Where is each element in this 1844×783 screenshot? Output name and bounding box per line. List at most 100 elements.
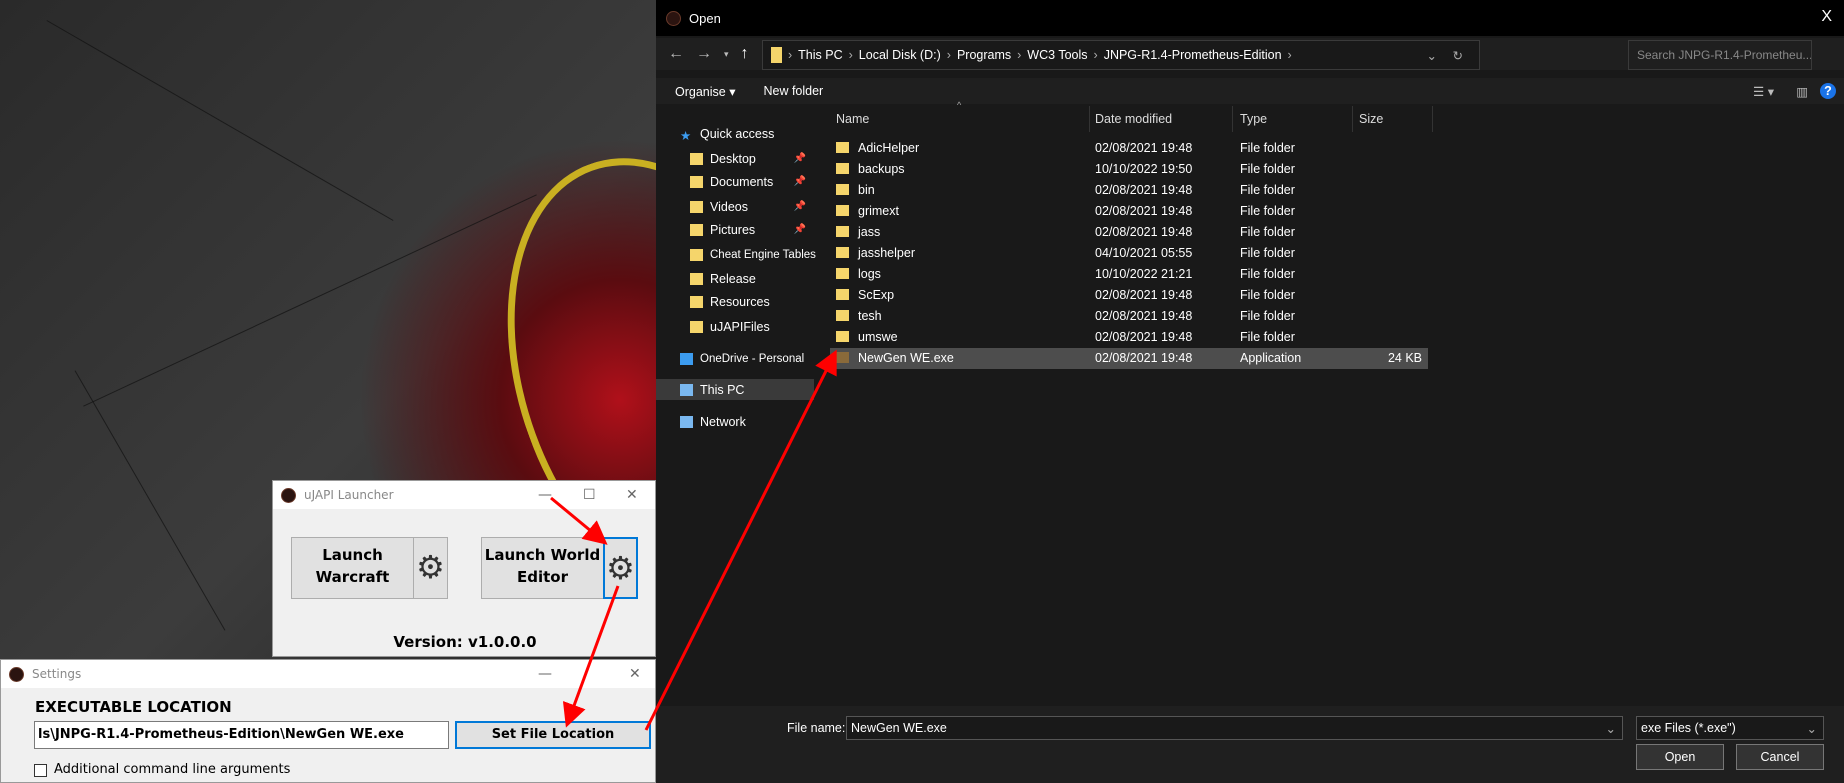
preview-pane-icon[interactable]: ▥ xyxy=(1796,84,1808,99)
dialog-footer: File name: NewGen WE.exe ⌄ exe Files (*.e… xyxy=(656,706,1844,783)
file-date: 10/10/2022 19:50 xyxy=(1095,162,1193,176)
folder-icon xyxy=(690,272,703,285)
file-row[interactable]: tesh 02/08/2021 19:48 File folder xyxy=(830,306,1428,327)
minimize-button[interactable]: — xyxy=(538,487,552,503)
col-type[interactable]: Type xyxy=(1240,112,1267,126)
file-name: backups xyxy=(858,162,905,176)
file-date: 02/08/2021 19:48 xyxy=(1095,141,1193,155)
file-name: bin xyxy=(858,183,875,197)
view-options-icon[interactable]: ☰ ▾ xyxy=(1753,84,1774,99)
command-line-args-checkbox[interactable] xyxy=(34,764,47,777)
file-row[interactable]: backups 10/10/2022 19:50 File folder xyxy=(830,159,1428,180)
sidebar-item[interactable]: Resources xyxy=(656,291,814,312)
sidebar-item-label: Videos xyxy=(710,199,748,214)
organise-button[interactable]: Organise ▾ xyxy=(675,84,735,99)
file-name: grimext xyxy=(858,204,899,218)
sidebar-item[interactable]: Cheat Engine Tables xyxy=(656,244,816,265)
folder-icon xyxy=(836,226,849,237)
file-type: File folder xyxy=(1240,183,1295,197)
crumb[interactable]: Programs xyxy=(957,48,1011,62)
file-row[interactable]: logs 10/10/2022 21:21 File folder xyxy=(830,264,1428,285)
file-row[interactable]: NewGen WE.exe 02/08/2021 19:48 Application… xyxy=(830,348,1428,369)
file-row[interactable]: bin 02/08/2021 19:48 File folder xyxy=(830,180,1428,201)
dialog-titlebar: Open xyxy=(656,0,1844,36)
file-row[interactable]: AdicHelper 02/08/2021 19:48 File folder xyxy=(830,138,1428,159)
crumb[interactable]: JNPG-R1.4-Prometheus-Edition xyxy=(1104,48,1282,62)
sidebar-item[interactable]: Videos 📌 xyxy=(656,196,814,217)
file-type: File folder xyxy=(1240,267,1295,281)
app-icon xyxy=(281,487,296,503)
maximize-button[interactable]: ☐ xyxy=(583,487,596,503)
sidebar-item[interactable]: Release xyxy=(656,268,814,289)
sidebar-item-label: uJAPIFiles xyxy=(710,319,770,334)
file-row[interactable]: jass 02/08/2021 19:48 File folder xyxy=(830,222,1428,243)
command-line-args-label: Additional command line arguments xyxy=(54,762,291,777)
network-icon xyxy=(680,415,693,428)
app-icon xyxy=(9,666,24,682)
world-editor-settings-gear-icon[interactable]: ⚙ xyxy=(603,537,638,599)
pin-icon: 📌 xyxy=(793,201,806,212)
set-file-location-button[interactable]: Set File Location xyxy=(455,721,651,749)
file-date: 02/08/2021 19:48 xyxy=(1095,288,1193,302)
warcraft-settings-gear-icon[interactable]: ⚙ xyxy=(413,537,448,599)
close-button[interactable]: ✕ xyxy=(626,487,638,503)
sidebar-item-label: OneDrive - Personal xyxy=(700,352,805,365)
folder-icon xyxy=(836,205,849,216)
recent-dropdown[interactable]: ▾ xyxy=(724,49,729,60)
file-name-input[interactable]: NewGen WE.exe ⌄ xyxy=(846,716,1623,740)
sidebar-item[interactable]: Documents 📌 xyxy=(656,171,814,192)
file-row[interactable]: grimext 02/08/2021 19:48 File folder xyxy=(830,201,1428,222)
folder-icon xyxy=(836,142,849,153)
sidebar-item-label: Resources xyxy=(710,294,770,309)
file-row[interactable]: umswe 02/08/2021 19:48 File folder xyxy=(830,327,1428,348)
executable-location-heading: EXECUTABLE LOCATION xyxy=(35,698,232,716)
executable-path-input[interactable]: ls\JNPG-R1.4-Prometheus-Edition\NewGen W… xyxy=(34,721,449,749)
sidebar-item[interactable]: OneDrive - Personal xyxy=(656,348,814,369)
launch-world-editor-button[interactable]: Launch World Editor xyxy=(481,537,604,599)
breadcrumb[interactable]: › This PC › Local Disk (D:) › Programs › WC3… xyxy=(762,40,1480,70)
folder-icon xyxy=(690,200,703,213)
back-button[interactable]: ← xyxy=(668,45,684,63)
column-header: ^ Name Date modified Type Size xyxy=(814,100,1844,132)
folder-icon xyxy=(690,320,703,333)
refresh-icon[interactable]: ↻ xyxy=(1453,48,1463,63)
sidebar-item[interactable]: This PC xyxy=(656,379,814,400)
minimize-button[interactable]: — xyxy=(538,666,552,682)
application-icon xyxy=(836,352,849,363)
col-size[interactable]: Size xyxy=(1359,112,1383,126)
file-type-select[interactable]: exe Files (*.exe") ⌄ xyxy=(1636,716,1824,740)
crumb[interactable]: Local Disk (D:) xyxy=(859,48,941,62)
launch-warcraft-button[interactable]: Launch Warcraft xyxy=(291,537,414,599)
file-row[interactable]: ScExp 02/08/2021 19:48 File folder xyxy=(830,285,1428,306)
search-input[interactable]: Search JNPG-R1.4-Prometheu... xyxy=(1628,40,1812,70)
file-date: 02/08/2021 19:48 xyxy=(1095,204,1193,218)
sort-icon: ^ xyxy=(957,100,962,110)
col-name[interactable]: Name xyxy=(836,112,869,126)
crumb[interactable]: WC3 Tools xyxy=(1027,48,1087,62)
sidebar-item[interactable]: Pictures 📌 xyxy=(656,219,814,240)
sidebar-item[interactable]: ★ Quick access xyxy=(656,123,814,144)
sidebar-item[interactable]: uJAPIFiles xyxy=(656,316,814,337)
sidebar-item[interactable]: Network xyxy=(656,411,814,432)
chevron-down-icon[interactable]: ⌄ xyxy=(1427,48,1437,63)
open-button[interactable]: Open xyxy=(1636,744,1724,770)
file-type: File folder xyxy=(1240,225,1295,239)
file-name: ScExp xyxy=(858,288,895,302)
sidebar-item[interactable]: Desktop 📌 xyxy=(656,148,814,169)
file-row[interactable]: jasshelper 04/10/2021 05:55 File folder xyxy=(830,243,1428,264)
folder-icon xyxy=(836,247,849,258)
up-button[interactable]: ↑ xyxy=(741,45,749,63)
close-button[interactable]: ✕ xyxy=(629,666,641,682)
crumb[interactable]: This PC xyxy=(798,48,842,62)
pin-icon: 📌 xyxy=(793,224,806,235)
sidebar-item-label: Desktop xyxy=(710,151,756,166)
close-button[interactable]: X xyxy=(1821,8,1832,26)
pin-icon: 📌 xyxy=(793,153,806,164)
col-date[interactable]: Date modified xyxy=(1095,112,1172,126)
forward-button[interactable]: → xyxy=(696,45,712,63)
help-icon[interactable]: ? xyxy=(1820,83,1836,99)
folder-icon xyxy=(836,289,849,300)
cancel-button[interactable]: Cancel xyxy=(1736,744,1824,770)
new-folder-button[interactable]: New folder xyxy=(763,84,823,98)
file-type: File folder xyxy=(1240,330,1295,344)
